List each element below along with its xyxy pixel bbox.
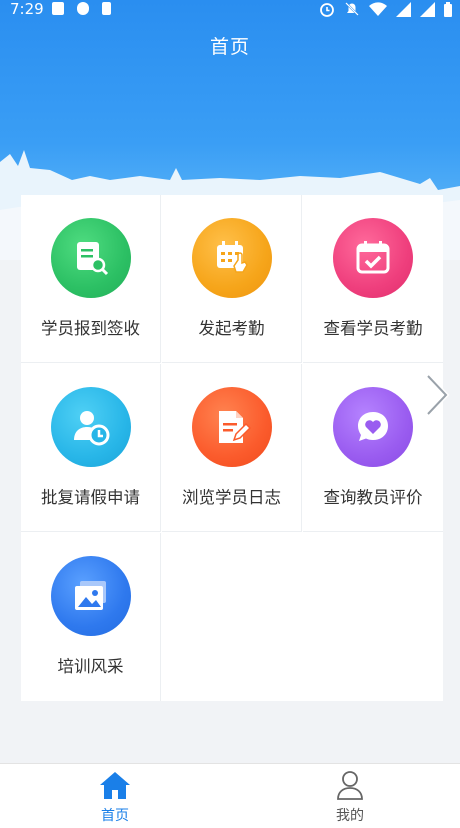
menu-item-label: 批复请假申请 [41, 488, 140, 507]
user-icon [337, 771, 363, 800]
signal-icon-2 [420, 1, 435, 17]
tab-label: 首页 [101, 808, 129, 824]
status-time: 7:29 [10, 0, 44, 18]
menu-item-label: 浏览学员日志 [182, 488, 281, 507]
tab-home[interactable]: 首页 [55, 764, 175, 828]
alarm-icon [320, 3, 334, 17]
status-bar: 7:29 [0, 0, 460, 22]
home-icon [100, 772, 130, 799]
menu-item-label: 发起考勤 [198, 319, 265, 338]
person-clock-icon [50, 387, 131, 467]
image-notification-icon [52, 2, 64, 15]
signal-icon [396, 1, 411, 17]
calendar-check-icon [333, 218, 413, 298]
battery-icon [444, 1, 452, 17]
heart-chat-icon [333, 387, 413, 467]
menu-item-browse-logs[interactable]: 浏览学员日志 [162, 364, 302, 532]
menu-item-label: 学员报到签收 [41, 319, 140, 338]
tab-label: 我的 [336, 808, 364, 824]
menu-item-label: 查看学员考勤 [323, 319, 423, 338]
phone-notification-icon [102, 2, 111, 15]
menu-item-start-attendance[interactable]: 发起考勤 [162, 195, 302, 363]
menu-item-student-checkin[interactable]: 学员报到签收 [21, 195, 161, 363]
menu-item-teacher-evaluation[interactable]: 查询教员评价 [303, 364, 443, 532]
bottom-tab-bar: 首页 我的 [0, 763, 460, 828]
menu-item-training-showcase[interactable]: 培训风采 [21, 533, 161, 701]
menu-item-view-attendance[interactable]: 查看学员考勤 [303, 195, 443, 363]
chevron-right-icon[interactable] [424, 373, 450, 417]
menu-item-approve-leave[interactable]: 批复请假申请 [21, 364, 161, 532]
menu-item-label: 查询教员评价 [323, 488, 423, 507]
photo-gallery-icon [50, 556, 131, 636]
tab-mine[interactable]: 我的 [290, 764, 410, 828]
page-title: 首页 [209, 36, 250, 58]
document-edit-icon [191, 387, 272, 467]
mute-icon [345, 2, 359, 16]
wifi-icon [369, 2, 387, 16]
calendar-tap-icon [191, 218, 272, 298]
p-notification-icon [77, 2, 89, 15]
function-grid: 学员报到签收 发起考勤 查看学员考勤 批复请假申请 浏览学员日志 查询教员评价 [21, 195, 443, 701]
sign-in-document-icon [50, 218, 131, 298]
status-icons [319, 0, 452, 18]
menu-item-label: 培训风采 [57, 657, 124, 676]
